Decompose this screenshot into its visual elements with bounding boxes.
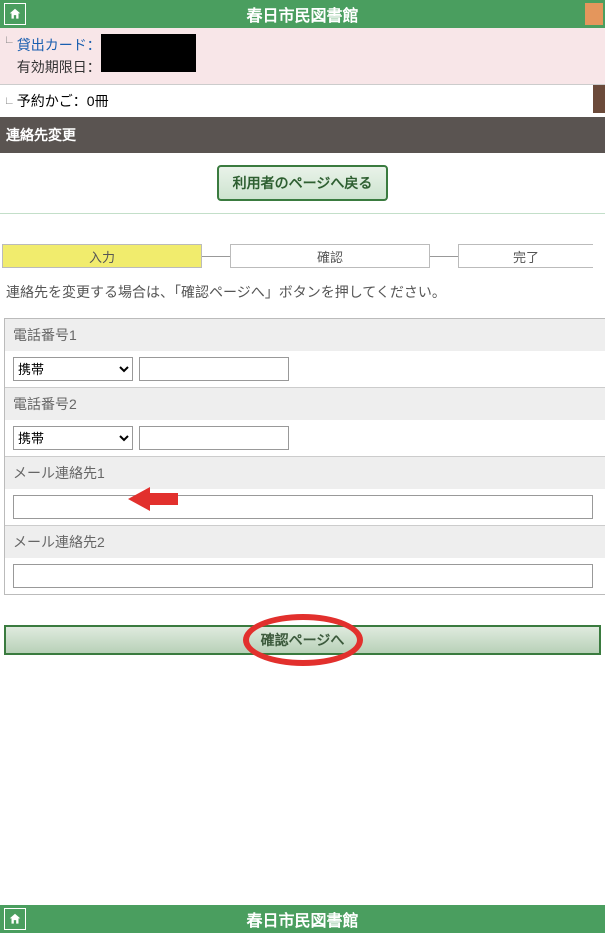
section-title: 連絡先変更 [6,127,76,143]
confirm-button-wrap: 確認ページへ [4,625,601,655]
back-button-row: 利用者のページへ戻る [0,153,605,214]
email2-input[interactable] [13,564,593,588]
basket-label: 予約かご： [17,91,87,111]
email1-label: メール連絡先1 [5,457,605,489]
instruction-text: 連絡先を変更する場合は、「確認ページへ」ボタンを押してください。 [0,280,605,318]
section-title-bar: 連絡先変更 [0,117,605,153]
phone1-input[interactable] [139,357,289,381]
confirm-page-button[interactable]: 確認ページへ [4,625,601,655]
reservation-basket-row: ∟ 予約かご： 0冊 [0,85,605,117]
step-input: 入力 [2,244,202,268]
home-icon[interactable] [4,3,26,25]
tree-mark-icon: ∟ [4,95,15,107]
email2-group: メール連絡先2 [5,526,605,594]
footer-bar: 春日市民図書館 [0,905,605,933]
back-to-user-page-button[interactable]: 利用者のページへ戻る [217,165,389,201]
footer-gap [0,655,605,905]
phone2-label: 電話番号2 [5,388,605,420]
basket-count: 0冊 [87,91,109,111]
step-indicator: 入力 確認 完了 [2,244,603,268]
footer-title: 春日市民図書館 [246,907,358,931]
header-bar: 春日市民図書館 [0,0,605,28]
phone1-type-select[interactable]: 携帯 [13,357,133,381]
step-connector [430,256,458,257]
expiry-label: 有効期限日： [17,57,101,77]
home-icon[interactable] [4,908,26,930]
basket-side-icon[interactable] [593,85,605,113]
header-next-icon[interactable] [585,3,603,25]
step-confirm: 確認 [230,244,430,268]
loan-card-label: 貸出カード： [17,35,101,55]
email2-label: メール連絡先2 [5,526,605,558]
phone2-input[interactable] [139,426,289,450]
card-info-panel: ∟ 貸出カード： 有効期限日： [0,28,605,85]
header-title: 春日市民図書館 [246,2,358,26]
phone2-group: 電話番号2 携帯 [5,388,605,457]
tree-mark-icon: ∟ [4,34,15,46]
redacted-block [101,34,196,72]
contact-form: 電話番号1 携帯 電話番号2 携帯 メール連絡先1 メール連絡先2 [4,318,605,595]
step-complete: 完了 [458,244,593,268]
phone2-type-select[interactable]: 携帯 [13,426,133,450]
phone1-label: 電話番号1 [5,319,605,351]
step-connector [202,256,230,257]
phone1-group: 電話番号1 携帯 [5,319,605,388]
email1-group: メール連絡先1 [5,457,605,526]
email1-input[interactable] [13,495,593,519]
